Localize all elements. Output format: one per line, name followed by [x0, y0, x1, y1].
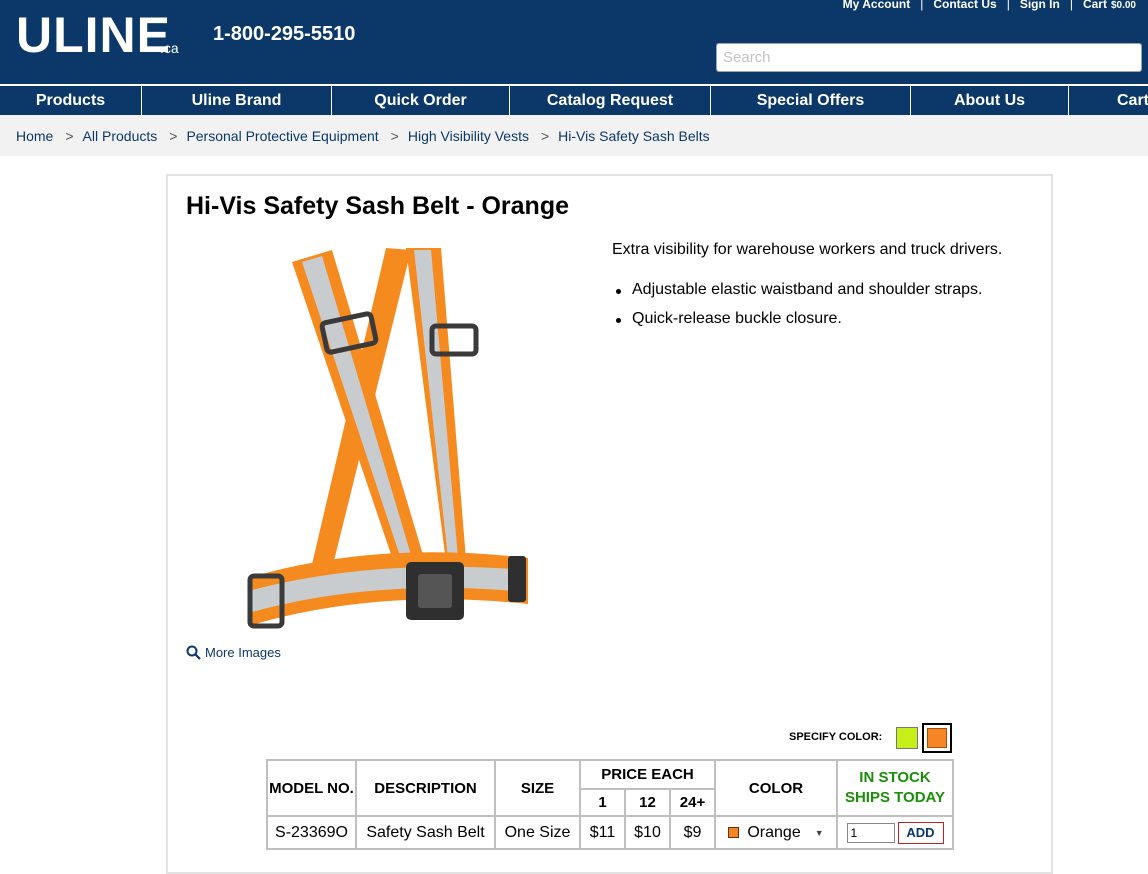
- header-price-each: PRICE EACH: [579, 759, 716, 790]
- specify-color-label: SPECIFY COLOR:: [789, 731, 883, 743]
- phone-number: 1-800-295-5510: [213, 23, 356, 45]
- price-tier-24: $9: [669, 815, 716, 850]
- header-stock-status: IN STOCK SHIPS TODAY: [836, 759, 954, 817]
- header-price-tier-1: 1: [579, 788, 626, 817]
- row-size: One Size: [494, 815, 581, 850]
- color-swatch-orange-selected[interactable]: [922, 723, 952, 753]
- sign-in-link[interactable]: Sign In: [1020, 0, 1060, 11]
- header-price-tier-24: 24+: [669, 788, 716, 817]
- header-color: COLOR: [714, 759, 838, 817]
- magnifier-icon: [186, 645, 201, 660]
- account-links: My Account | Contact Us | Sign In | Cart…: [843, 0, 1136, 11]
- nav-catalog-request[interactable]: Catalog Request: [510, 86, 711, 115]
- feature-list: Adjustable elastic waistband and shoulde…: [612, 281, 982, 339]
- link-separator: |: [1069, 0, 1073, 11]
- breadcrumb-separator: >: [390, 127, 399, 144]
- product-title: Hi-Vis Safety Sash Belt - Orange: [186, 192, 569, 220]
- link-separator: |: [1006, 0, 1010, 11]
- add-to-cart-cell: ADD: [836, 815, 954, 850]
- breadcrumb-ppe[interactable]: Personal Protective Equipment: [186, 128, 378, 144]
- nav-products[interactable]: Products: [0, 86, 142, 115]
- model-number[interactable]: S-23369O: [266, 815, 357, 850]
- nav-cart[interactable]: Cart: [1069, 86, 1148, 115]
- header-price-tier-12: 12: [624, 788, 671, 817]
- more-images-link[interactable]: More Images: [186, 645, 281, 660]
- breadcrumb-sash-belts[interactable]: Hi-Vis Safety Sash Belts: [558, 128, 709, 144]
- breadcrumb-separator: >: [169, 127, 178, 144]
- ships-today-text: SHIPS TODAY: [844, 789, 946, 806]
- feature-item: Adjustable elastic waistband and shoulde…: [612, 281, 982, 299]
- add-to-cart-button[interactable]: ADD: [897, 821, 944, 844]
- color-swatch-yellow[interactable]: [896, 727, 918, 749]
- swatch-fill: [927, 728, 947, 748]
- feature-item: Quick-release buckle closure.: [612, 310, 982, 328]
- breadcrumb: Home > All Products > Personal Protectiv…: [0, 115, 1148, 156]
- product-description: Extra visibility for warehouse workers a…: [612, 241, 1003, 258]
- my-account-link[interactable]: My Account: [843, 0, 911, 11]
- product-image[interactable]: [236, 240, 536, 640]
- price-tier-1: $11: [579, 815, 626, 850]
- quantity-input[interactable]: [846, 823, 895, 843]
- row-description: Safety Sash Belt: [355, 815, 496, 850]
- in-stock-text: IN STOCK: [859, 769, 931, 786]
- more-images-label: More Images: [205, 645, 281, 660]
- color-swatch-icon: [728, 827, 740, 838]
- nav-special-offers[interactable]: Special Offers: [711, 86, 911, 115]
- breadcrumb-all-products[interactable]: All Products: [83, 128, 158, 144]
- main-nav: Products Uline Brand Quick Order Catalog…: [0, 84, 1148, 115]
- table-row: S-23369O Safety Sash Belt One Size $11 $…: [266, 815, 954, 850]
- chevron-down-icon: ▼: [814, 827, 824, 838]
- breadcrumb-high-vis-vests[interactable]: High Visibility Vests: [408, 128, 529, 144]
- nav-uline-brand[interactable]: Uline Brand: [142, 86, 332, 115]
- cart-amount: $0.00: [1110, 0, 1136, 11]
- breadcrumb-separator: >: [540, 127, 550, 144]
- pricing-table: MODEL NO. DESCRIPTION SIZE PRICE EACH CO…: [266, 759, 954, 850]
- breadcrumb-separator: >: [65, 127, 74, 144]
- selected-color: Orange: [747, 823, 801, 841]
- contact-us-link[interactable]: Contact Us: [933, 0, 996, 11]
- cart-link[interactable]: Cart $0.00: [1083, 0, 1136, 11]
- header-model-no: MODEL NO.: [266, 759, 357, 817]
- nav-quick-order[interactable]: Quick Order: [332, 86, 510, 115]
- header-description: DESCRIPTION: [355, 759, 496, 817]
- logo-domain-suffix: .ca: [160, 40, 179, 56]
- site-header: ULINE .ca 1-800-295-5510 My Account | Co…: [0, 0, 1148, 84]
- header-size: SIZE: [494, 759, 581, 817]
- search-input[interactable]: [716, 43, 1142, 72]
- uline-logo[interactable]: ULINE: [16, 8, 171, 62]
- color-select[interactable]: Orange ▼: [714, 815, 838, 850]
- price-tier-12: $10: [624, 815, 671, 850]
- cart-label: Cart: [1082, 0, 1107, 11]
- link-separator: |: [920, 0, 924, 11]
- nav-about-us[interactable]: About Us: [911, 86, 1069, 115]
- breadcrumb-home[interactable]: Home: [16, 128, 53, 144]
